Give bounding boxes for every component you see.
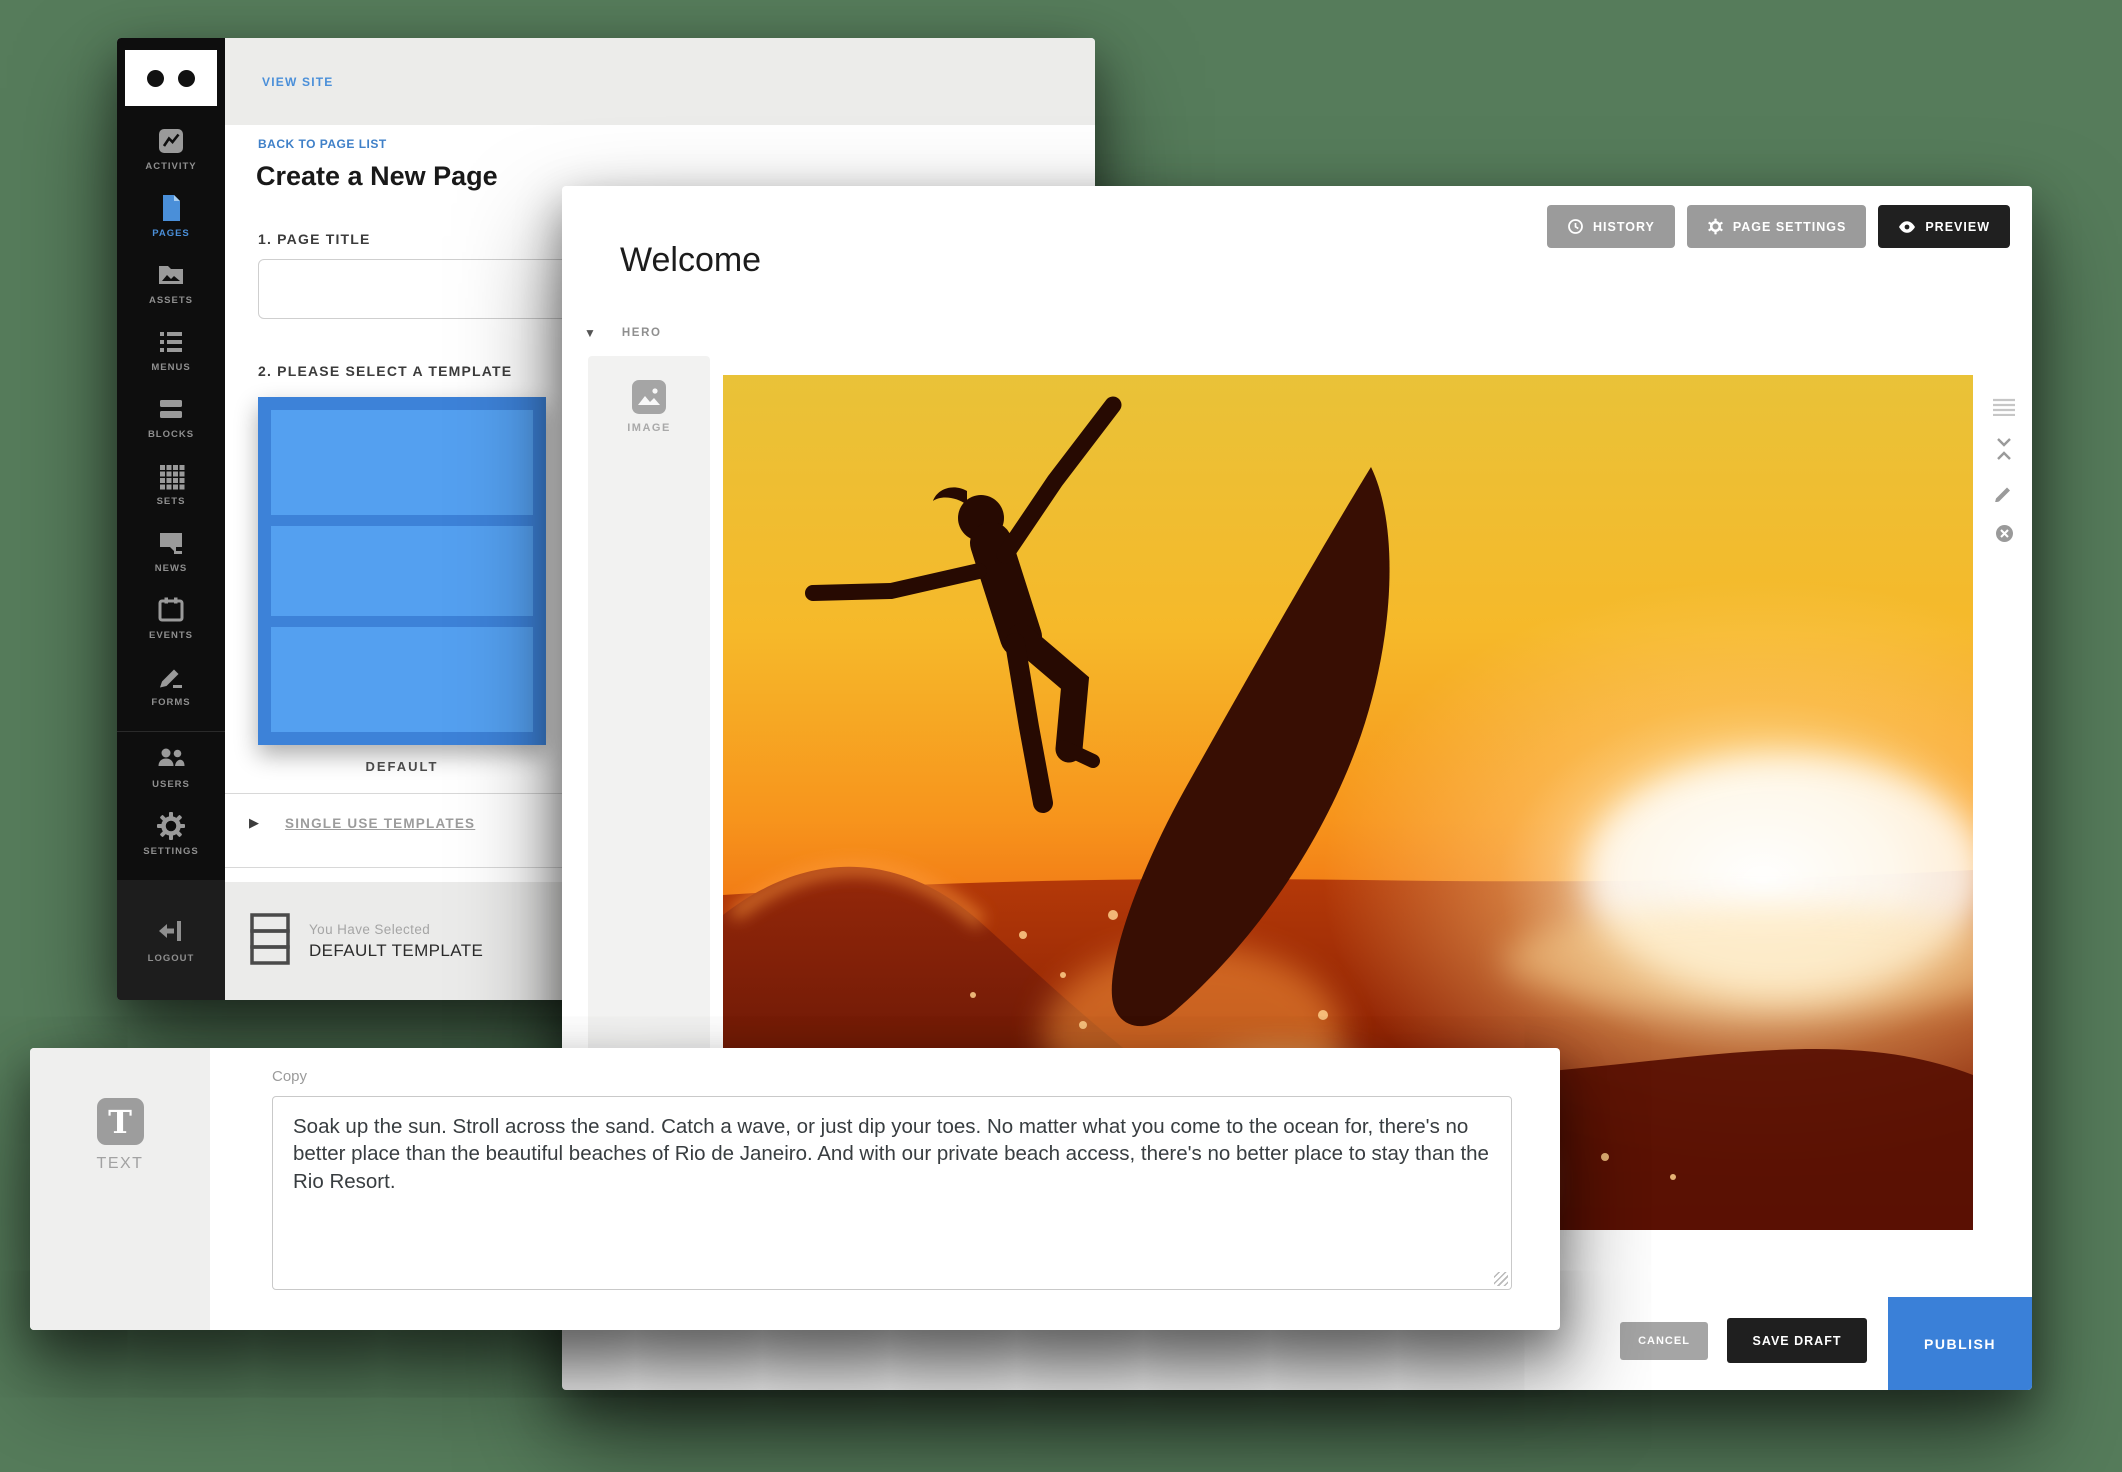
logo-dot-left — [147, 70, 164, 87]
text-block-panel: T TEXT Copy Soak up the sun. Stroll acro… — [30, 1048, 1560, 1330]
gear-icon — [1707, 218, 1724, 235]
text-block-icon: T — [97, 1098, 144, 1145]
logo-dot-right — [178, 70, 195, 87]
sidebar-item-activity[interactable]: ACTIVITY — [117, 126, 225, 193]
template-section-label: 2. PLEASE SELECT A TEMPLATE — [258, 363, 512, 379]
text-block-label: TEXT — [97, 1155, 144, 1173]
sidebar-item-label: FORMS — [151, 697, 190, 708]
sidebar-item-settings[interactable]: SETTINGS — [117, 811, 225, 878]
news-icon — [156, 528, 186, 558]
desktop-background: ACTIVITY PAGES ASSETS MENUS BLOCKS — [0, 0, 2122, 1472]
hero-section-label: HERO — [622, 327, 662, 339]
activity-icon — [156, 126, 186, 156]
sidebar-item-forms[interactable]: FORMS — [117, 662, 225, 729]
expander-arrow-icon: ▶ — [249, 815, 259, 831]
sidebar-item-label: ACTIVITY — [145, 161, 196, 172]
section-collapse-icon: ▼ — [584, 326, 596, 340]
template-preview-block — [271, 627, 533, 732]
menus-icon — [156, 327, 186, 357]
editor-toolbar: HISTORY PAGE SETTINGS PREVIEW — [1547, 205, 2010, 248]
template-name-label: DEFAULT — [258, 759, 546, 774]
app-logo[interactable] — [125, 50, 217, 106]
back-to-page-list-link[interactable]: BACK TO PAGE LIST — [258, 137, 387, 151]
selected-template-icon — [249, 912, 291, 970]
sidebar-item-events[interactable]: EVENTS — [117, 595, 225, 662]
template-option-default[interactable] — [258, 397, 546, 745]
page-title: Create a New Page — [256, 161, 498, 192]
sidebar-item-pages[interactable]: PAGES — [117, 193, 225, 260]
publish-button[interactable]: PUBLISH — [1888, 1297, 2032, 1390]
logout-icon — [156, 916, 186, 946]
copy-textarea[interactable]: Soak up the sun. Stroll across the sand.… — [272, 1096, 1512, 1290]
text-block-type-strip: T TEXT — [30, 1048, 210, 1330]
eye-icon — [1898, 220, 1916, 234]
logout-label: LOGOUT — [148, 953, 195, 964]
sidebar-item-sets[interactable]: SETS — [117, 461, 225, 528]
sidebar-item-label: MENUS — [151, 362, 190, 373]
sidebar-item-assets[interactable]: ASSETS — [117, 260, 225, 327]
blocks-icon — [156, 394, 186, 424]
sidebar-item-news[interactable]: NEWS — [117, 528, 225, 595]
drag-handle-icon[interactable] — [1992, 398, 2016, 416]
sidebar-item-label: BLOCKS — [148, 429, 194, 440]
sidebar-item-blocks[interactable]: BLOCKS — [117, 394, 225, 461]
remove-icon[interactable] — [1995, 524, 2014, 543]
sidebar-item-logout[interactable]: LOGOUT — [117, 880, 225, 1000]
cancel-button[interactable]: CANCEL — [1620, 1322, 1708, 1360]
pages-icon — [156, 193, 186, 223]
settings-icon — [156, 811, 186, 841]
hero-section-header[interactable]: ▼ HERO — [584, 326, 662, 340]
sidebar-item-label: PAGES — [152, 228, 190, 239]
image-block-label: IMAGE — [627, 422, 671, 434]
view-site-link[interactable]: VIEW SITE — [262, 75, 333, 89]
textarea-resize-handle[interactable] — [1494, 1272, 1508, 1286]
forms-icon — [156, 662, 186, 692]
sidebar-divider — [117, 731, 225, 732]
site-topbar: VIEW SITE — [225, 38, 1095, 125]
sidebar-item-label: ASSETS — [149, 295, 193, 306]
sidebar-item-menus[interactable]: MENUS — [117, 327, 225, 394]
collapse-icon[interactable] — [1995, 438, 2013, 460]
page-settings-button-label: PAGE SETTINGS — [1733, 220, 1846, 234]
sidebar-item-users[interactable]: USERS — [117, 744, 225, 811]
single-use-templates-toggle[interactable]: ▶ SINGLE USE TEMPLATES — [249, 815, 475, 831]
edit-icon[interactable] — [1994, 482, 2014, 502]
block-controls-strip — [1988, 398, 2020, 565]
events-icon — [156, 595, 186, 625]
sets-icon — [156, 461, 186, 491]
template-preview-block — [271, 526, 533, 617]
you-have-selected-label: You Have Selected — [309, 922, 483, 937]
preview-button-label: PREVIEW — [1925, 220, 1990, 234]
assets-icon — [156, 260, 186, 290]
single-use-templates-label: SINGLE USE TEMPLATES — [285, 816, 475, 831]
template-preview-block — [271, 410, 533, 515]
users-icon — [156, 744, 186, 774]
page-title-section-label: 1. PAGE TITLE — [258, 231, 371, 247]
image-icon — [632, 380, 666, 414]
copy-field-label: Copy — [272, 1068, 307, 1085]
editor-page-title: Welcome — [620, 241, 761, 280]
sidebar-item-label: SETTINGS — [143, 846, 199, 857]
sidebar-item-label: SETS — [157, 496, 186, 507]
history-button[interactable]: HISTORY — [1547, 205, 1675, 248]
selected-template-value: DEFAULT TEMPLATE — [309, 941, 483, 961]
page-settings-button[interactable]: PAGE SETTINGS — [1687, 205, 1866, 248]
preview-button[interactable]: PREVIEW — [1878, 205, 2010, 248]
admin-sidebar: ACTIVITY PAGES ASSETS MENUS BLOCKS — [117, 38, 225, 1000]
history-clock-icon — [1567, 218, 1584, 235]
sidebar-nav: ACTIVITY PAGES ASSETS MENUS BLOCKS — [117, 126, 225, 878]
history-button-label: HISTORY — [1593, 220, 1655, 234]
save-draft-button[interactable]: SAVE DRAFT — [1727, 1318, 1867, 1363]
sidebar-item-label: USERS — [152, 779, 190, 790]
sidebar-item-label: NEWS — [155, 563, 188, 574]
sidebar-item-label: EVENTS — [149, 630, 193, 641]
